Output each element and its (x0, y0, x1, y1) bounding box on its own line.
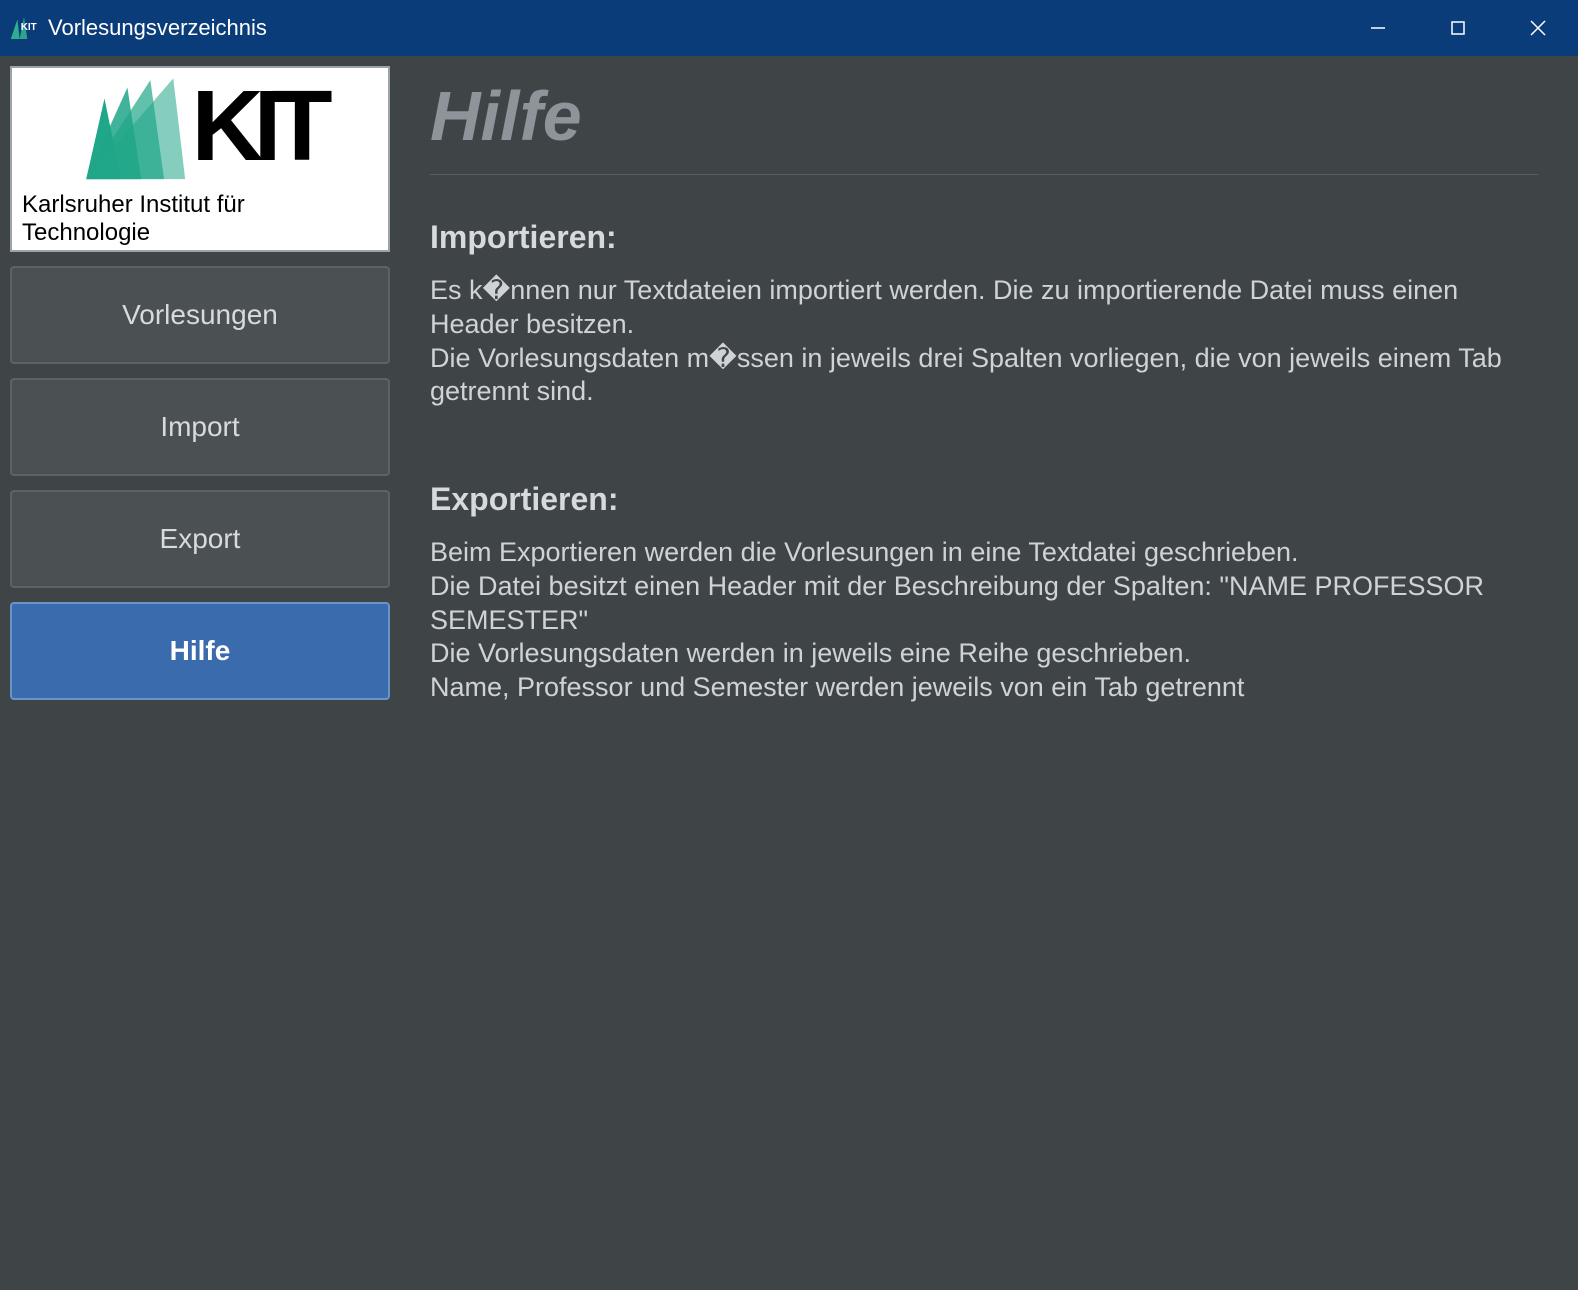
maximize-button[interactable] (1418, 0, 1498, 56)
title-divider (430, 174, 1538, 175)
section-line: Name, Professor und Semester werden jewe… (430, 671, 1538, 705)
window: KIT Vorlesungsverzeichnis (0, 0, 1578, 1290)
window-title: Vorlesungsverzeichnis (48, 15, 267, 41)
svg-text:KIT: KIT (21, 22, 37, 33)
sidebar-item-label: Import (160, 411, 239, 443)
kit-logo-top: KIT (77, 71, 322, 181)
sidebar-item-label: Hilfe (170, 635, 231, 667)
main-panel: Hilfe Importieren: Es k�nnen nur Textdat… (400, 56, 1578, 1290)
section-line: Die Datei besitzt einen Header mit der B… (430, 570, 1538, 638)
section-body-export: Beim Exportieren werden die Vorlesungen … (430, 536, 1538, 705)
sidebar: KIT Karlsruher Institut für Technologie … (0, 56, 400, 1290)
kit-subtitle: Karlsruher Institut für Technologie (22, 191, 378, 247)
sidebar-item-label: Vorlesungen (122, 299, 278, 331)
close-icon (1528, 18, 1548, 38)
maximize-icon (1449, 19, 1467, 37)
section-heading-import: Importieren: (430, 219, 1538, 256)
section-line: Die Vorlesungsdaten m�ssen in jeweils dr… (430, 342, 1538, 410)
minimize-icon (1369, 19, 1387, 37)
close-button[interactable] (1498, 0, 1578, 56)
minimize-button[interactable] (1338, 0, 1418, 56)
sidebar-item-vorlesungen[interactable]: Vorlesungen (10, 266, 390, 364)
content: KIT Karlsruher Institut für Technologie … (0, 56, 1578, 1290)
section-body-import: Es k�nnen nur Textdateien importiert wer… (430, 274, 1538, 409)
kit-logo: KIT Karlsruher Institut für Technologie (22, 71, 378, 247)
section-line: Es k�nnen nur Textdateien importiert wer… (430, 274, 1538, 342)
titlebar: KIT Vorlesungsverzeichnis (0, 0, 1578, 56)
sidebar-item-hilfe[interactable]: Hilfe (10, 602, 390, 700)
section-line: Die Vorlesungsdaten werden in jeweils ei… (430, 637, 1538, 671)
logo-panel: KIT Karlsruher Institut für Technologie (10, 66, 390, 252)
kit-wordmark: KIT (191, 86, 322, 166)
section-heading-export: Exportieren: (430, 481, 1538, 518)
page-title: Hilfe (430, 76, 1538, 156)
section-line: Beim Exportieren werden die Vorlesungen … (430, 536, 1538, 570)
titlebar-left: KIT Vorlesungsverzeichnis (10, 15, 267, 41)
sidebar-item-import[interactable]: Import (10, 378, 390, 476)
kit-fan-icon (77, 71, 187, 181)
window-controls (1338, 0, 1578, 56)
app-icon: KIT (10, 16, 38, 40)
sidebar-item-export[interactable]: Export (10, 490, 390, 588)
sidebar-item-label: Export (160, 523, 241, 555)
